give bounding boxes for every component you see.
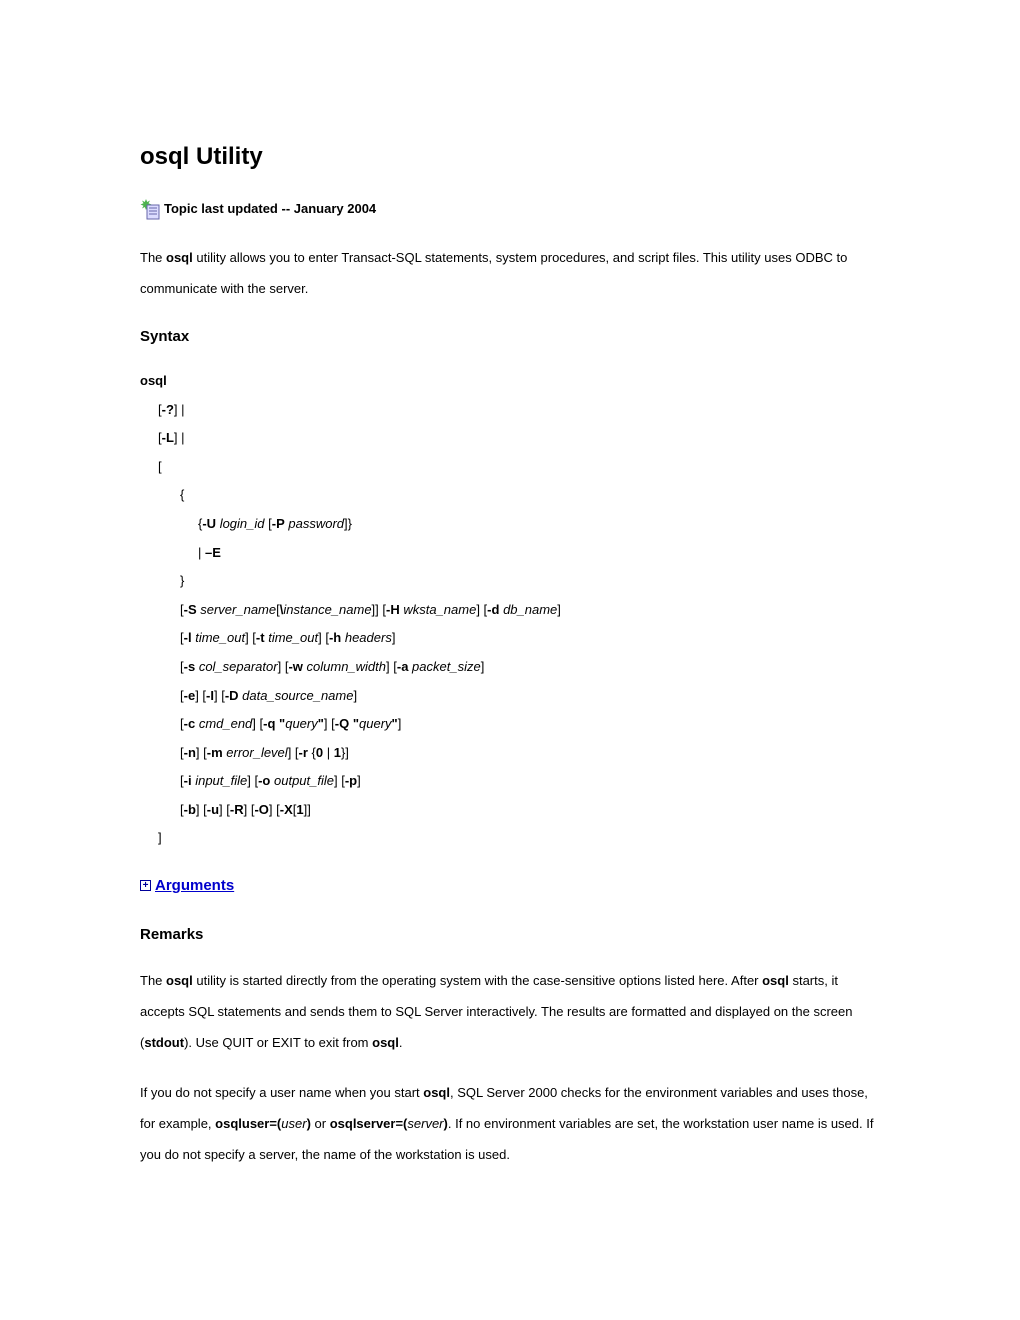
text-italic: user xyxy=(281,1116,306,1131)
arg: db_name xyxy=(503,602,557,617)
arg: cmd_end xyxy=(199,716,252,731)
text-bold: osql xyxy=(166,973,193,988)
opt: -O xyxy=(254,802,268,817)
opt: -c xyxy=(184,716,196,731)
lit: 1 xyxy=(334,745,341,760)
opt: -h xyxy=(329,630,341,645)
opt: -l xyxy=(184,630,192,645)
text: ). Use QUIT or EXIT to exit from xyxy=(184,1035,372,1050)
arg: input_file xyxy=(195,773,247,788)
topic-updated-row: Topic last updated -- January 2004 xyxy=(140,198,880,220)
text: If you do not specify a user name when y… xyxy=(140,1085,423,1100)
opt: -p xyxy=(345,773,357,788)
arg: query xyxy=(285,716,318,731)
arg: output_file xyxy=(274,773,334,788)
arg: password xyxy=(288,516,344,531)
lit: 1 xyxy=(296,802,303,817)
arg: col_separator xyxy=(199,659,278,674)
arg: wksta_name xyxy=(403,602,476,617)
lit: 0 xyxy=(316,745,323,760)
opt: -q xyxy=(263,716,275,731)
opt: -d xyxy=(487,602,499,617)
arg: packet_size xyxy=(412,659,481,674)
opt: -s xyxy=(184,659,196,674)
opt: -S xyxy=(184,602,197,617)
arg: column_width xyxy=(307,659,387,674)
remarks-heading: Remarks xyxy=(140,924,880,945)
text-bold: osql xyxy=(166,250,193,265)
syntax-heading: Syntax xyxy=(140,326,880,347)
arg: error_level xyxy=(226,745,287,760)
syntax-command: osql xyxy=(140,373,167,388)
opt: -e xyxy=(184,688,196,703)
opt: -Q xyxy=(335,716,349,731)
text: utility is started directly from the ope… xyxy=(193,973,762,988)
arg: login_id xyxy=(220,516,265,531)
opt: -w xyxy=(288,659,302,674)
arg: query xyxy=(359,716,392,731)
lit: " xyxy=(392,716,398,731)
text: The xyxy=(140,973,166,988)
text-bold: stdout xyxy=(144,1035,184,1050)
text: or xyxy=(311,1116,330,1131)
intro-paragraph: The osql utility allows you to enter Tra… xyxy=(140,242,880,304)
text-italic: server xyxy=(407,1116,443,1131)
opt: -r xyxy=(299,745,308,760)
opt: -H xyxy=(386,602,400,617)
opt: -I xyxy=(206,688,214,703)
arg: data_source_name xyxy=(242,688,353,703)
opt: -i xyxy=(184,773,192,788)
text-bold: osql xyxy=(372,1035,399,1050)
syntax-block: osql [-?] | [-L] | [ { {-U login_id [-P … xyxy=(140,367,880,853)
lit: " xyxy=(318,716,324,731)
opt: –E xyxy=(205,545,221,560)
opt: -L xyxy=(162,430,174,445)
opt: -t xyxy=(256,630,265,645)
opt: -P xyxy=(272,516,285,531)
remarks-body: The osql utility is started directly fro… xyxy=(140,965,880,1170)
text: . xyxy=(399,1035,403,1050)
arg: headers xyxy=(345,630,392,645)
expand-plus-icon: + xyxy=(140,880,151,891)
opt: -U xyxy=(202,516,216,531)
opt: -R xyxy=(230,802,244,817)
page-title: osql Utility xyxy=(140,140,880,174)
topic-updated-text: Topic last updated -- January 2004 xyxy=(164,200,376,218)
text-bold: osqluser=( xyxy=(215,1116,281,1131)
opt: -X xyxy=(280,802,293,817)
arguments-link[interactable]: Arguments xyxy=(155,875,234,896)
opt: -m xyxy=(207,745,223,760)
arg: time_out xyxy=(268,630,318,645)
arg: instance_name xyxy=(283,602,371,617)
opt: -n xyxy=(184,745,196,760)
opt: -u xyxy=(207,802,219,817)
arg: time_out xyxy=(195,630,245,645)
opt: -b xyxy=(184,802,196,817)
arg: server_name xyxy=(200,602,276,617)
text: The xyxy=(140,250,166,265)
opt: -D xyxy=(225,688,239,703)
opt: -? xyxy=(162,402,174,417)
text: utility allows you to enter Transact-SQL… xyxy=(140,250,847,296)
text-bold: osql xyxy=(762,973,789,988)
new-topic-icon xyxy=(140,198,162,220)
opt: -a xyxy=(397,659,409,674)
text-bold: osqlserver=( xyxy=(330,1116,408,1131)
text-bold: osql xyxy=(423,1085,450,1100)
document-page: osql Utility Topic last updated -- Janua… xyxy=(0,0,1020,1320)
opt: -o xyxy=(258,773,270,788)
arguments-expander[interactable]: + Arguments xyxy=(140,875,880,896)
